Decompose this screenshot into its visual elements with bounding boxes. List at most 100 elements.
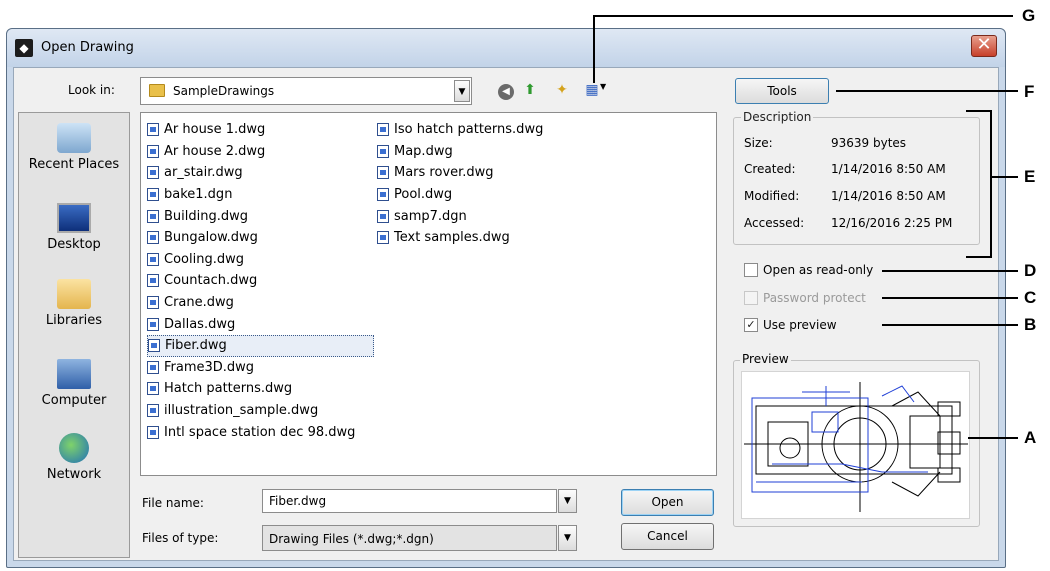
callout-line-g <box>593 15 595 83</box>
place-libraries[interactable]: Libraries <box>19 279 129 328</box>
file-list[interactable]: Ar house 1.dwg Ar house 2.dwg ar_stair.d… <box>140 112 717 476</box>
drawing-file-icon <box>147 252 159 266</box>
file-name: Hatch patterns.dwg <box>164 381 293 397</box>
drawing-file-icon <box>377 123 389 137</box>
list-item[interactable]: Crane.dwg <box>147 292 374 314</box>
place-label: Recent Places <box>28 157 120 172</box>
list-item[interactable]: Text samples.dwg <box>377 227 547 249</box>
callout-line-b <box>882 324 1018 326</box>
list-item-selected[interactable]: Fiber.dwg <box>147 334 374 357</box>
title-bar[interactable]: ◆ Open Drawing ✕ <box>7 29 1005 67</box>
list-item[interactable]: Ar house 1.dwg <box>147 119 374 141</box>
list-item[interactable]: Mars rover.dwg <box>377 162 547 184</box>
drawing-file-icon <box>377 166 389 180</box>
callout-c: C <box>1024 288 1037 307</box>
close-button[interactable]: ✕ <box>971 35 997 57</box>
description-title: Description <box>741 110 814 124</box>
file-name: Fiber.dwg <box>165 338 227 354</box>
drawing-file-icon <box>147 123 159 137</box>
file-column-2: Iso hatch patterns.dwg Map.dwg Mars rove… <box>377 119 547 249</box>
use-preview-checkbox[interactable]: ✓ <box>744 318 758 332</box>
list-item[interactable]: Bungalow.dwg <box>147 227 374 249</box>
list-item[interactable]: Map.dwg <box>377 141 547 163</box>
list-item[interactable]: samp7.dgn <box>377 205 547 227</box>
drawing-file-icon <box>377 231 389 245</box>
file-name: Mars rover.dwg <box>394 165 494 181</box>
desc-label-created: Created: <box>744 162 796 176</box>
file-name-dropdown-button[interactable]: ▼ <box>558 489 577 513</box>
callout-line-e-bracket <box>990 110 992 258</box>
place-recent-places[interactable]: Recent Places <box>19 123 129 172</box>
open-button[interactable]: Open <box>621 489 714 516</box>
list-item[interactable]: Frame3D.dwg <box>147 357 374 379</box>
desktop-icon <box>57 203 91 233</box>
callout-a: A <box>1024 428 1037 447</box>
list-item[interactable]: Dallas.dwg <box>147 313 374 335</box>
callout-d: D <box>1024 261 1037 280</box>
password-protect-label: Password protect <box>763 291 866 305</box>
files-of-type-select[interactable]: Drawing Files (*.dwg;*.dgn) <box>262 525 557 551</box>
place-network[interactable]: Network <box>19 433 129 482</box>
file-name: Countach.dwg <box>164 273 258 289</box>
list-item[interactable]: ar_stair.dwg <box>147 162 374 184</box>
open-read-only-checkbox[interactable] <box>744 263 758 277</box>
file-name: bake1.dgn <box>164 187 233 203</box>
drawing-file-icon <box>147 425 159 439</box>
file-name: Ar house 2.dwg <box>164 143 266 159</box>
open-read-only-label: Open as read-only <box>763 263 874 277</box>
file-column-1: Ar house 1.dwg Ar house 2.dwg ar_stair.d… <box>147 119 374 443</box>
tools-button[interactable]: Tools <box>735 78 829 104</box>
views-menu-icon[interactable]: ▦ <box>582 80 602 100</box>
list-item[interactable]: Hatch patterns.dwg <box>147 378 374 400</box>
list-item[interactable]: Countach.dwg <box>147 270 374 292</box>
drawing-file-icon <box>147 404 159 418</box>
place-label: Libraries <box>45 313 103 328</box>
look-in-dropdown-button[interactable]: ▼ <box>454 80 470 102</box>
callout-line-g-horizontal <box>593 15 1013 17</box>
desc-label-size: Size: <box>744 136 773 150</box>
callout-line-e-bottom <box>966 256 992 258</box>
back-icon[interactable]: ◀ <box>498 84 514 100</box>
drawing-file-icon <box>147 188 159 202</box>
list-item[interactable]: Pool.dwg <box>377 184 547 206</box>
views-dropdown-icon[interactable]: ▼ <box>600 82 606 91</box>
create-new-folder-icon[interactable]: ✦ <box>552 80 572 100</box>
file-name: ar_stair.dwg <box>164 165 243 181</box>
drawing-file-icon <box>147 274 159 288</box>
drawing-file-icon <box>147 144 159 158</box>
place-computer[interactable]: Computer <box>19 359 129 408</box>
cancel-button[interactable]: Cancel <box>621 523 714 550</box>
look-in-combo[interactable]: SampleDrawings <box>140 77 472 105</box>
password-protect-checkbox <box>744 291 758 305</box>
file-name: samp7.dgn <box>394 208 467 224</box>
file-name: Bungalow.dwg <box>164 230 258 246</box>
drawing-file-icon <box>148 339 160 353</box>
places-bar: Recent Places Desktop Libraries Computer… <box>18 112 130 558</box>
drawing-file-icon <box>147 382 159 396</box>
callout-g: G <box>1022 6 1036 25</box>
desc-value-accessed: 12/16/2016 2:25 PM <box>831 216 953 230</box>
look-in-value: SampleDrawings <box>173 84 275 98</box>
list-item[interactable]: bake1.dgn <box>147 184 374 206</box>
drawing-file-icon <box>147 231 159 245</box>
desc-value-created: 1/14/2016 8:50 AM <box>831 162 946 176</box>
list-item[interactable]: illustration_sample.dwg <box>147 400 374 422</box>
list-item[interactable]: Building.dwg <box>147 205 374 227</box>
look-in-label: Look in: <box>68 83 115 97</box>
up-one-level-icon[interactable]: ⬆ <box>520 80 540 100</box>
callout-line-e-top <box>966 110 992 112</box>
list-item[interactable]: Intl space station dec 98.dwg <box>147 421 374 443</box>
drawing-file-icon <box>147 317 159 331</box>
file-name: Crane.dwg <box>164 295 234 311</box>
app-icon: ◆ <box>15 39 33 57</box>
file-name: illustration_sample.dwg <box>164 403 319 419</box>
place-desktop[interactable]: Desktop <box>19 203 129 252</box>
file-name-input[interactable]: Fiber.dwg <box>262 489 557 513</box>
files-of-type-dropdown-button[interactable]: ▼ <box>558 525 577 551</box>
file-name: Pool.dwg <box>394 187 453 203</box>
list-item[interactable]: Ar house 2.dwg <box>147 141 374 163</box>
list-item[interactable]: Cooling.dwg <box>147 249 374 271</box>
desc-value-modified: 1/14/2016 8:50 AM <box>831 189 946 203</box>
list-item[interactable]: Iso hatch patterns.dwg <box>377 119 547 141</box>
file-name: Map.dwg <box>394 143 453 159</box>
